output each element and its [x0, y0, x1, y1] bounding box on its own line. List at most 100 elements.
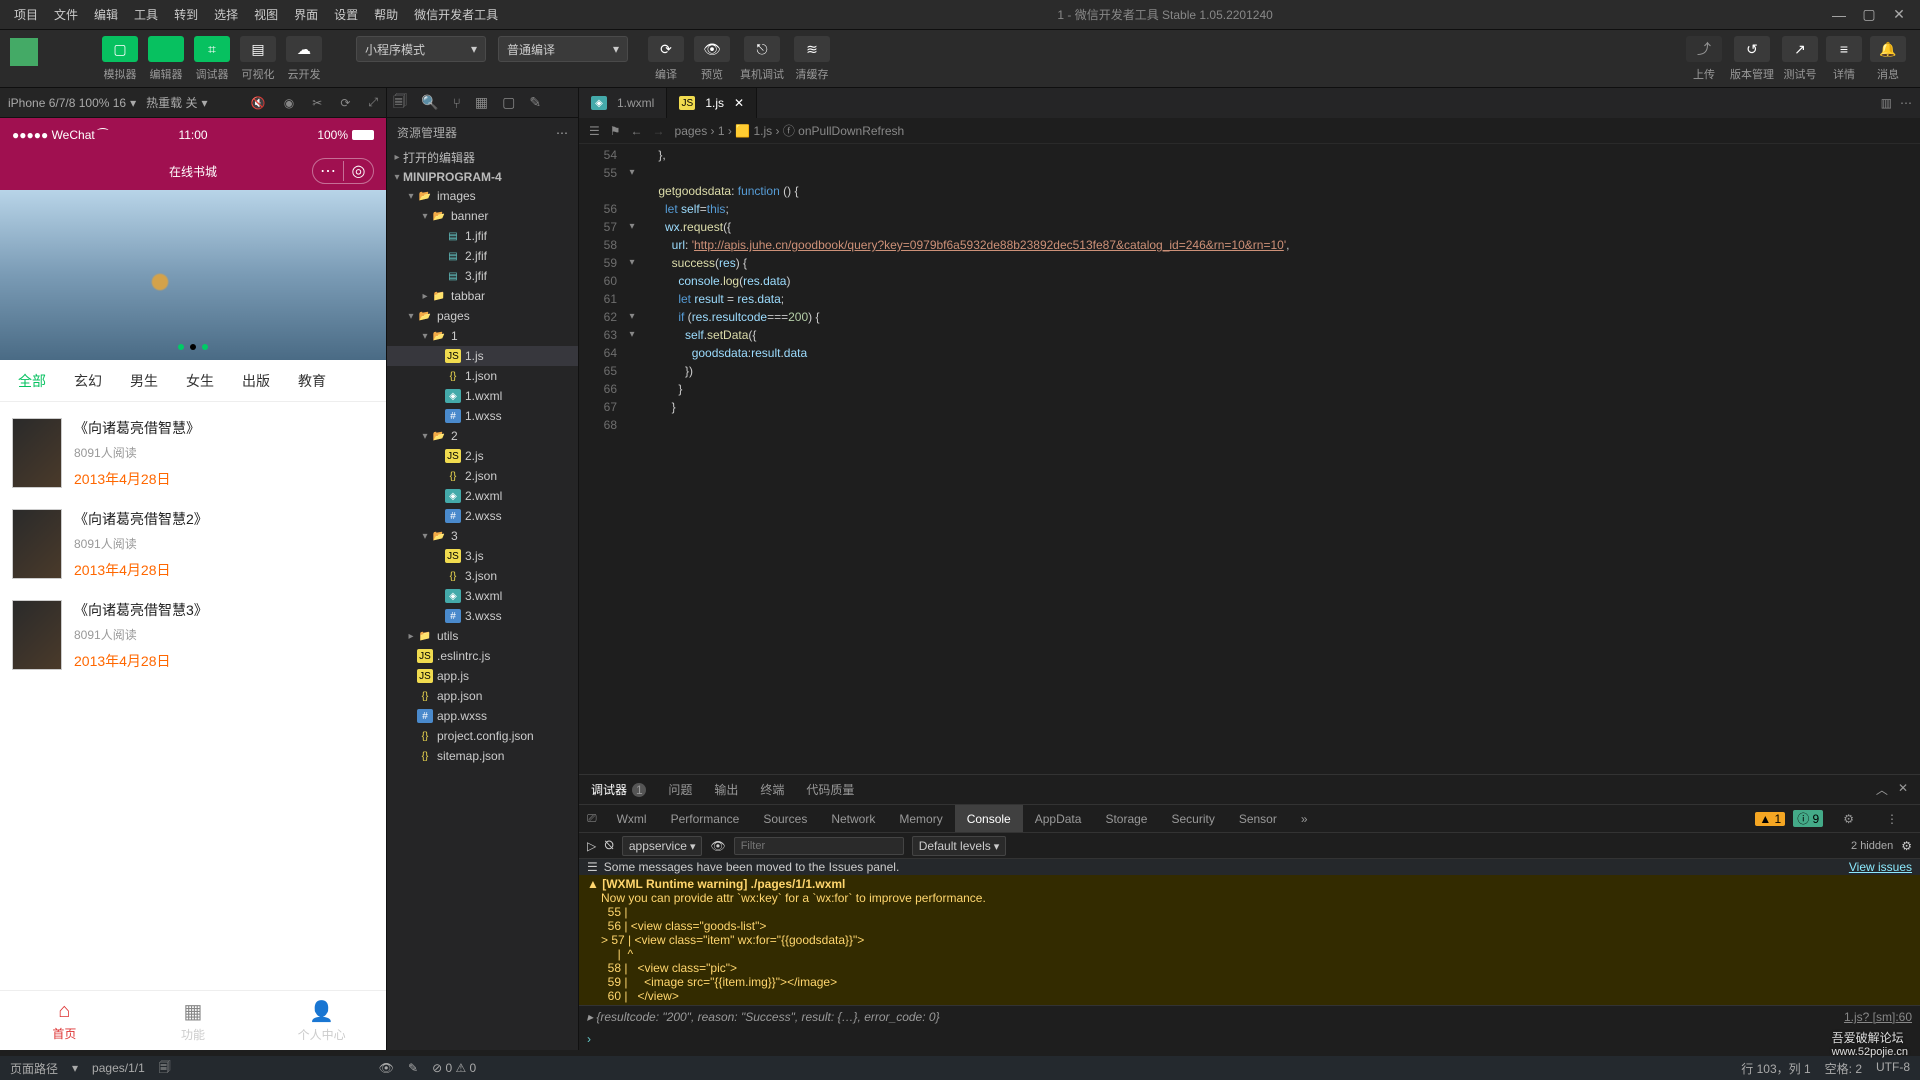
toolbar-上传[interactable]: ⤴上传 — [1686, 36, 1722, 82]
code-area[interactable]: }, getgoodsdata: function () { let self=… — [639, 144, 1920, 774]
record-icon[interactable]: ◉ — [284, 96, 294, 110]
toolbar-编译[interactable]: ⟳编译 — [648, 36, 684, 82]
dtab-Memory[interactable]: Memory — [887, 805, 954, 832]
dtab-Storage[interactable]: Storage — [1093, 805, 1159, 832]
capsule[interactable]: ⋯◎ — [312, 158, 374, 184]
tab-more-icon[interactable]: ⋯ — [1900, 96, 1912, 110]
cat-男生[interactable]: 男生 — [116, 371, 172, 391]
maximize-icon[interactable]: ▢ — [1854, 6, 1884, 23]
split-icon[interactable]: ▥ — [1881, 96, 1892, 110]
file-1.wxml[interactable]: ◈1.wxml — [387, 386, 578, 406]
file-2[interactable]: ▾📂2 — [387, 426, 578, 446]
toolbar-清缓存[interactable]: ≋清缓存 — [794, 36, 830, 82]
project-section[interactable]: ▾MINIPROGRAM-4 — [387, 168, 578, 186]
toolbar-版本管理[interactable]: ↺版本管理 — [1730, 36, 1774, 82]
console-stop-icon[interactable]: ▷ — [587, 839, 596, 853]
menu-工具[interactable]: 工具 — [126, 2, 166, 27]
mode-select[interactable]: 小程序模式▾ — [356, 36, 486, 62]
dtab-Performance[interactable]: Performance — [659, 805, 752, 832]
dtab-Sensor[interactable]: Sensor — [1227, 805, 1289, 832]
mute-icon[interactable]: 🔇 — [251, 96, 266, 110]
file-1.json[interactable]: {}1.json — [387, 366, 578, 386]
cat-教育[interactable]: 教育 — [284, 371, 340, 391]
book-item[interactable]: 《向诸葛亮借智慧2》8091人阅读2013年4月28日 — [12, 499, 374, 590]
menu-设置[interactable]: 设置 — [326, 2, 366, 27]
branch-icon[interactable]: ⑂ — [452, 95, 460, 111]
tabbar-功能[interactable]: ▦功能 — [129, 991, 258, 1050]
menu-转到[interactable]: 转到 — [166, 2, 206, 27]
eye2-icon[interactable]: 👁 — [379, 1061, 394, 1075]
file-3.js[interactable]: JS3.js — [387, 546, 578, 566]
search-nav-icon[interactable]: 🔍 — [421, 94, 438, 111]
toolbar-真机调试[interactable]: ⎋真机调试 — [740, 36, 784, 82]
minimize-icon[interactable]: — — [1824, 7, 1854, 23]
dtab-Security[interactable]: Security — [1159, 805, 1226, 832]
panel-up-icon[interactable]: ︿ — [1876, 781, 1888, 798]
toolbar-详情[interactable]: ≡详情 — [1826, 36, 1862, 82]
menu-视图[interactable]: 视图 — [246, 2, 286, 27]
cut-icon[interactable]: ✂ — [312, 96, 322, 110]
file-2.json[interactable]: {}2.json — [387, 466, 578, 486]
rotate-icon[interactable]: ⟳ — [340, 96, 350, 110]
toolbar-调试器[interactable]: ⌗调试器 — [194, 36, 230, 82]
levels-select[interactable]: Default levels ▾ — [912, 836, 1007, 856]
book-item[interactable]: 《向诸葛亮借智慧3》8091人阅读2013年4月28日 — [12, 590, 374, 681]
dtab-Console[interactable]: Console — [955, 805, 1023, 832]
menu-项目[interactable]: 项目 — [6, 2, 46, 27]
dtab-more[interactable]: » — [1289, 805, 1320, 832]
dtab-Sources[interactable]: Sources — [751, 805, 819, 832]
file-sitemap.json[interactable]: {}sitemap.json — [387, 746, 578, 766]
ptab-终端[interactable]: 终端 — [760, 781, 784, 798]
book-item[interactable]: 《向诸葛亮借智慧》8091人阅读2013年4月28日 — [12, 408, 374, 499]
toolbar-消息[interactable]: 🔔消息 — [1870, 36, 1906, 82]
file-3.wxml[interactable]: ◈3.wxml — [387, 586, 578, 606]
file-app.json[interactable]: {}app.json — [387, 686, 578, 706]
explorer-more-icon[interactable]: ⋯ — [556, 126, 568, 140]
list-icon[interactable]: ☰ — [589, 124, 600, 138]
file-1[interactable]: ▾📂1 — [387, 326, 578, 346]
menu-微信开发者工具[interactable]: 微信开发者工具 — [406, 2, 506, 27]
dtab-Network[interactable]: Network — [819, 805, 887, 832]
file-utils[interactable]: ▸📁utils — [387, 626, 578, 646]
file-app.wxss[interactable]: #app.wxss — [387, 706, 578, 726]
tab-1.wxml[interactable]: ◈1.wxml — [579, 88, 667, 118]
panel-close-icon[interactable]: ✕ — [1898, 781, 1908, 798]
bookmark-icon[interactable]: ⚑ — [610, 124, 621, 138]
popout-icon[interactable]: ⤢ — [368, 95, 378, 110]
file-1.js[interactable]: JS1.js — [387, 346, 578, 366]
ptab-代码质量[interactable]: 代码质量 — [806, 781, 854, 798]
device-select[interactable]: iPhone 6/7/8 100% 16 ▾ — [8, 96, 136, 110]
filter-input[interactable] — [734, 837, 904, 855]
hidden-count[interactable]: 2 hidden — [1851, 840, 1893, 852]
close-icon[interactable]: ✕ — [1884, 6, 1914, 23]
file-pages[interactable]: ▾📂pages — [387, 306, 578, 326]
toolbar-预览[interactable]: 👁预览 — [694, 36, 730, 82]
menu-界面[interactable]: 界面 — [286, 2, 326, 27]
view-issues-link[interactable]: View issues — [1849, 860, 1912, 874]
cat-全部[interactable]: 全部 — [4, 371, 60, 391]
compile-select[interactable]: 普通编译▾ — [498, 36, 628, 62]
file-images[interactable]: ▾📂images — [387, 186, 578, 206]
dtab-Wxml[interactable]: Wxml — [605, 805, 659, 832]
menu-选择[interactable]: 选择 — [206, 2, 246, 27]
open-editors-section[interactable]: ▸打开的编辑器 — [387, 147, 578, 168]
console[interactable]: ☰Some messages have been moved to the Is… — [579, 859, 1920, 1050]
brush-icon[interactable]: ✎ — [529, 94, 541, 111]
file-project.config.json[interactable]: {}project.config.json — [387, 726, 578, 746]
file-3.jfif[interactable]: ▤3.jfif — [387, 266, 578, 286]
elements-icon[interactable]: ⎚ — [579, 805, 605, 832]
file-2.wxml[interactable]: ◈2.wxml — [387, 486, 578, 506]
context-select[interactable]: appservice ▾ — [622, 836, 703, 856]
toolbar-云开发[interactable]: ☁云开发 — [286, 36, 322, 82]
file-banner[interactable]: ▾📂banner — [387, 206, 578, 226]
menu-编辑[interactable]: 编辑 — [86, 2, 126, 27]
file-3.json[interactable]: {}3.json — [387, 566, 578, 586]
file-2.wxss[interactable]: #2.wxss — [387, 506, 578, 526]
dtab-AppData[interactable]: AppData — [1023, 805, 1094, 832]
ptab-问题[interactable]: 问题 — [668, 781, 692, 798]
file-2.js[interactable]: JS2.js — [387, 446, 578, 466]
back-icon[interactable]: ← — [631, 124, 643, 138]
avatar[interactable] — [10, 38, 38, 66]
dt-gear-icon[interactable]: ⚙ — [1831, 812, 1866, 826]
file-tabbar[interactable]: ▸📁tabbar — [387, 286, 578, 306]
